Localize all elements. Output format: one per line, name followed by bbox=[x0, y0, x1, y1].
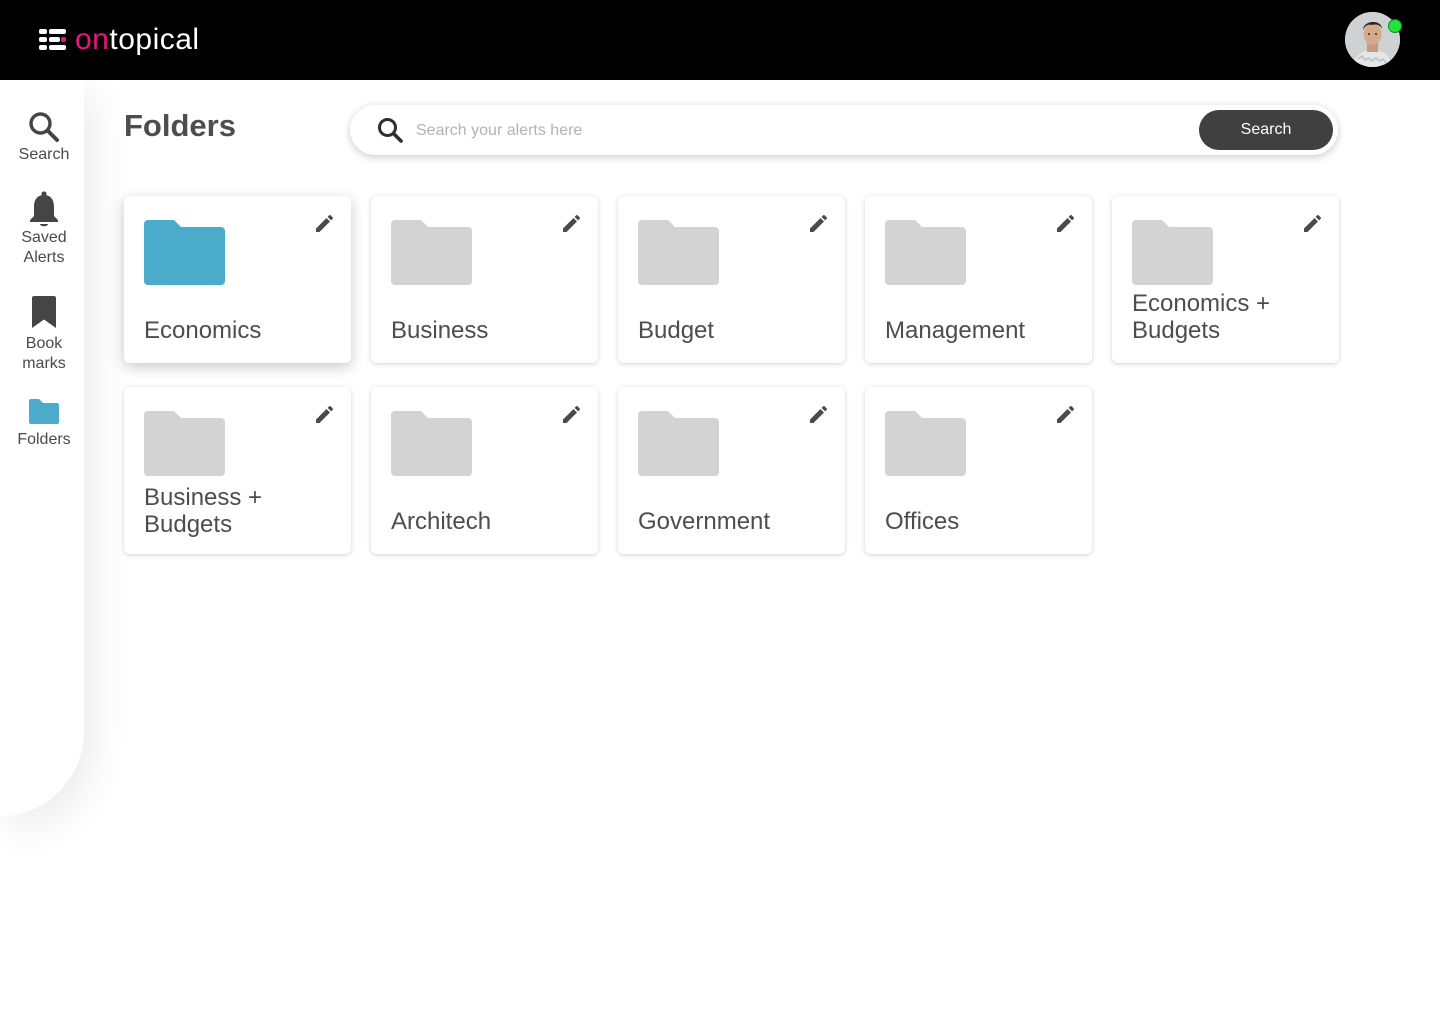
logo-icon bbox=[39, 29, 66, 51]
app-logo[interactable]: ontopical bbox=[39, 20, 200, 60]
folder-name: Economics bbox=[144, 317, 262, 344]
sidebar-item-label: Book marks bbox=[22, 335, 66, 372]
folder-card[interactable]: Business + Budgets bbox=[124, 387, 351, 554]
edit-pencil-icon[interactable] bbox=[562, 213, 582, 233]
folder-name: Budget bbox=[638, 317, 715, 344]
folder-name: Government bbox=[638, 508, 771, 535]
sidebar-item-search[interactable]: Search bbox=[0, 110, 88, 165]
folder-icon bbox=[29, 399, 59, 424]
edit-pencil-icon[interactable] bbox=[1303, 213, 1323, 233]
folder-icon bbox=[391, 411, 472, 476]
sidebar-item-label: Search bbox=[18, 146, 70, 163]
search-bar: Search bbox=[350, 105, 1338, 155]
folder-card[interactable]: Offices bbox=[865, 387, 1092, 554]
sidebar-item-bookmarks[interactable]: Book marks bbox=[0, 295, 88, 374]
folder-card[interactable]: Government bbox=[618, 387, 845, 554]
folder-card[interactable]: Budget bbox=[618, 196, 845, 363]
edit-pencil-icon[interactable] bbox=[315, 404, 335, 424]
sidebar-item-label: Saved Alerts bbox=[21, 229, 67, 266]
folder-name: Economics + Budgets bbox=[1132, 290, 1271, 344]
logo-wordmark: ontopical bbox=[75, 23, 200, 56]
folder-name: Management bbox=[885, 317, 1026, 344]
folder-card[interactable]: Business bbox=[371, 196, 598, 363]
sidebar-item-saved-alerts[interactable]: Saved Alerts bbox=[0, 190, 88, 268]
folder-name: Offices bbox=[885, 508, 960, 535]
edit-pencil-icon[interactable] bbox=[315, 213, 335, 233]
folder-icon bbox=[144, 220, 225, 285]
edit-pencil-icon[interactable] bbox=[809, 404, 829, 424]
sidebar: Search Saved Alerts Book marks Folders bbox=[0, 80, 84, 816]
folder-icon bbox=[638, 411, 719, 476]
search-input[interactable] bbox=[414, 117, 1178, 145]
edit-pencil-icon[interactable] bbox=[562, 404, 582, 424]
folder-icon bbox=[1132, 220, 1213, 285]
folder-card[interactable]: Management bbox=[865, 196, 1092, 363]
folder-icon bbox=[144, 411, 225, 476]
edit-pencil-icon[interactable] bbox=[809, 213, 829, 233]
page-title: Folders bbox=[124, 108, 236, 143]
search-icon bbox=[378, 118, 403, 143]
sidebar-item-folders[interactable]: Folders bbox=[0, 398, 88, 450]
search-icon bbox=[29, 112, 59, 142]
folder-icon bbox=[885, 220, 966, 285]
folder-name: Architech bbox=[391, 508, 492, 535]
folder-icon bbox=[638, 220, 719, 285]
folder-name: Business + Budgets bbox=[144, 484, 263, 538]
search-button[interactable]: Search bbox=[1199, 110, 1333, 150]
folder-card[interactable]: Economics + Budgets bbox=[1112, 196, 1339, 363]
folder-card[interactable]: Architech bbox=[371, 387, 598, 554]
bell-icon bbox=[30, 191, 58, 227]
folder-icon bbox=[391, 220, 472, 285]
edit-pencil-icon[interactable] bbox=[1056, 404, 1076, 424]
edit-pencil-icon[interactable] bbox=[1056, 213, 1076, 233]
online-status-dot bbox=[1388, 19, 1402, 33]
top-bar: ontopical bbox=[0, 0, 1440, 80]
folder-card[interactable]: Economics bbox=[124, 196, 351, 363]
folder-icon bbox=[885, 411, 966, 476]
bookmark-icon bbox=[32, 296, 56, 328]
sidebar-item-label: Folders bbox=[17, 431, 71, 448]
folder-name: Business bbox=[391, 317, 489, 344]
